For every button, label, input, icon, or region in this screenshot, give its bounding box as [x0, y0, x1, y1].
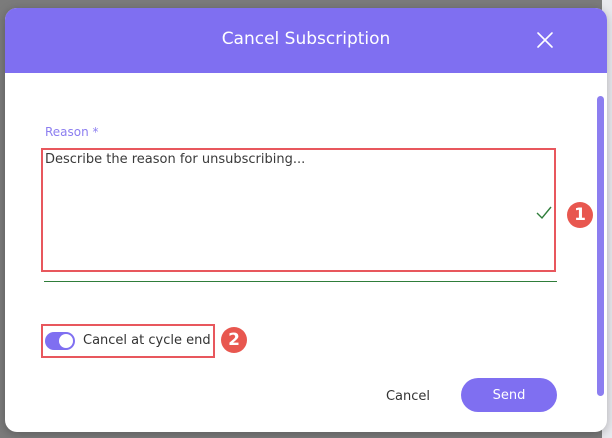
- annotation-marker-2: 2: [221, 327, 247, 353]
- send-button[interactable]: Send: [461, 378, 557, 412]
- reason-underline: [44, 281, 557, 282]
- cancel-subscription-dialog: Cancel Subscription Reason * Cancel at c…: [5, 8, 607, 432]
- annotation-marker-1: 1: [567, 202, 593, 228]
- dialog-header: Cancel Subscription: [5, 8, 607, 73]
- dialog-scrollbar[interactable]: [597, 96, 604, 396]
- dialog-title: Cancel Subscription: [221, 29, 391, 49]
- cancel-button[interactable]: Cancel: [373, 384, 443, 408]
- reason-label: Reason *: [45, 125, 99, 139]
- close-icon[interactable]: [536, 31, 554, 49]
- annotation-box-toggle: [41, 324, 215, 358]
- annotation-box-reason: [41, 148, 556, 272]
